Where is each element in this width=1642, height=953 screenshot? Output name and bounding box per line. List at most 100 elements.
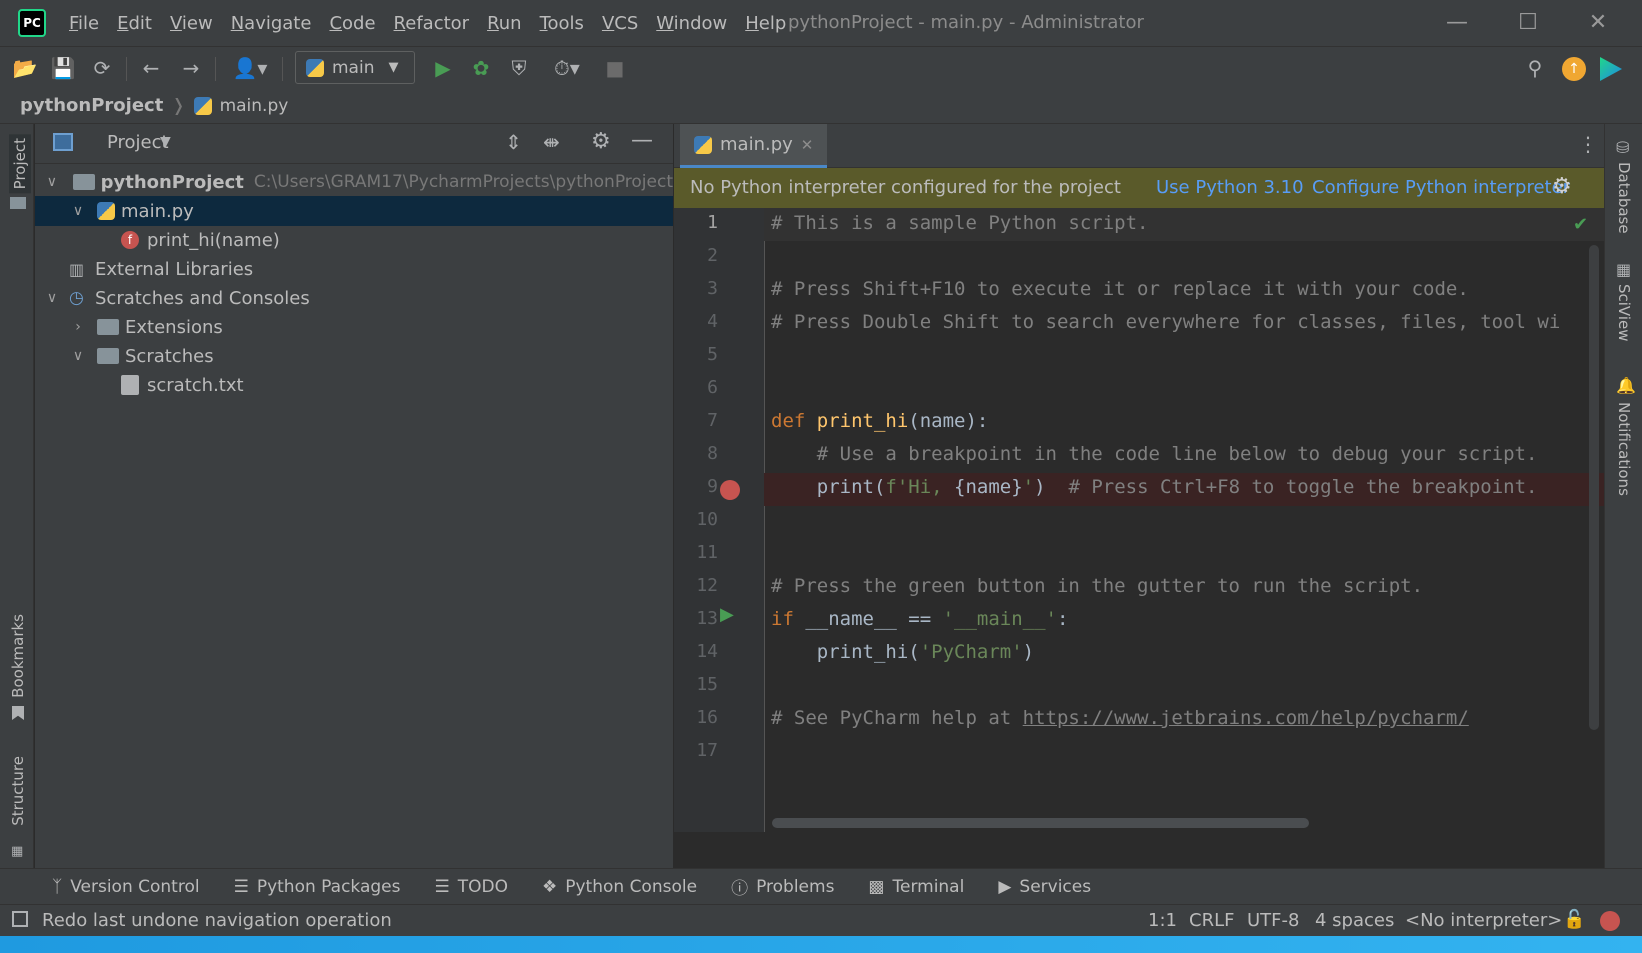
more-options-icon[interactable]: ⋮ <box>1578 132 1598 156</box>
menu-tools[interactable]: Tools <box>531 13 593 34</box>
run-icon[interactable]: ▶ <box>428 53 458 83</box>
error-report-icon[interactable] <box>1600 911 1620 931</box>
configure-interpreter-link[interactable]: Configure Python interpreter <box>1312 177 1570 198</box>
bookmarks-tool-tab[interactable]: Bookmarks <box>9 614 27 698</box>
python-file-icon <box>193 96 212 115</box>
line-number: 4 <box>707 311 718 332</box>
chevron-down-icon[interactable]: ∨ <box>43 174 61 190</box>
menu-help[interactable]: Help <box>736 13 795 34</box>
structure-tool-tab[interactable]: Structure <box>9 756 27 826</box>
chevron-right-icon: ❭ <box>171 95 186 116</box>
chevron-down-icon[interactable]: ∨ <box>69 203 87 219</box>
gear-icon[interactable]: ⚙ <box>1552 174 1572 199</box>
menu-window[interactable]: Window <box>647 13 736 34</box>
expand-all-icon[interactable]: ⇕ <box>505 130 522 154</box>
tree-item-pythonproject[interactable]: ∨ pythonProject C:\Users\GRAM17\PycharmP… <box>35 167 673 197</box>
close-tab-icon[interactable]: ✕ <box>801 136 814 154</box>
terminal-tab[interactable]: ▩ Terminal <box>868 877 964 897</box>
line-number: 5 <box>707 344 718 365</box>
file-encoding[interactable]: UTF-8 <box>1247 910 1299 931</box>
menu-refactor[interactable]: Refactor <box>385 13 479 34</box>
horizontal-scrollbar[interactable] <box>772 818 1309 828</box>
maximize-icon[interactable]: ☐ <box>1508 8 1548 38</box>
debug-icon[interactable]: ✿ <box>466 53 496 83</box>
python-console-tab[interactable]: ❖ Python Console <box>542 877 697 897</box>
collapse-all-icon[interactable]: ⇼ <box>543 130 560 154</box>
back-arrow-icon[interactable]: ← <box>136 53 166 83</box>
tree-item-label: pythonProject <box>100 171 244 193</box>
line-separator[interactable]: CRLF <box>1189 910 1234 931</box>
tab-main-py[interactable]: main.py ✕ <box>680 124 828 168</box>
lock-icon[interactable]: 🔓 <box>1563 909 1585 930</box>
update-icon[interactable]: ↑ <box>1562 57 1586 81</box>
breadcrumb-project[interactable]: pythonProject <box>20 95 163 116</box>
folder-icon <box>97 319 119 335</box>
save-icon[interactable]: 💾 <box>48 53 78 83</box>
gear-icon[interactable]: ⚙ <box>591 129 611 154</box>
run-configuration-select[interactable]: main ▼ <box>295 51 415 84</box>
code-lines: # This is a sample Python script. # Pres… <box>764 208 1604 832</box>
code-with-me-icon[interactable] <box>1600 57 1622 81</box>
toggle-tool-windows-icon[interactable] <box>12 911 28 927</box>
sciview-tool-tab[interactable]: SciView <box>1615 284 1633 342</box>
terminal-icon: ▩ <box>868 876 885 897</box>
interpreter-status[interactable]: <No interpreter> <box>1405 910 1562 931</box>
menu-navigate[interactable]: Navigate <box>222 13 321 34</box>
caret-position[interactable]: 1:1 <box>1148 910 1177 931</box>
profile-icon[interactable]: ⏱▾ <box>542 53 592 83</box>
folder-icon <box>97 348 119 364</box>
minimize-icon[interactable]: — <box>1437 8 1477 38</box>
toolbar-divider <box>282 57 283 81</box>
notifications-tool-tab[interactable]: Notifications <box>1615 402 1633 496</box>
search-icon[interactable]: ⚲ <box>1520 53 1550 83</box>
right-tool-strip: ⛁ Database ▦ SciView 🔔 Notifications <box>1604 124 1642 868</box>
tree-item-print-hi[interactable]: f print_hi(name) <box>35 225 673 255</box>
terminal-label: Terminal <box>892 876 965 897</box>
services-tab[interactable]: ▶ Services <box>998 877 1091 897</box>
chevron-down-icon[interactable]: ∨ <box>43 290 61 306</box>
menu-code[interactable]: Code <box>320 13 384 34</box>
problems-tab[interactable]: ⓘ Problems <box>731 874 834 900</box>
close-icon[interactable]: ✕ <box>1578 8 1618 38</box>
line-number: 7 <box>707 410 718 431</box>
hide-panel-icon[interactable]: — <box>631 128 653 153</box>
coverage-icon[interactable]: ⛨ <box>504 53 534 83</box>
use-python-link[interactable]: Use Python 3.10 <box>1156 177 1304 198</box>
tree-item-scratches-consoles[interactable]: ∨ ◷ Scratches and Consoles <box>35 283 673 313</box>
notifications-icon: 🔔 <box>1616 376 1636 395</box>
version-control-tab[interactable]: ᛉ Version Control <box>52 877 200 897</box>
sync-icon[interactable]: ⟳ <box>87 53 117 83</box>
menu-view[interactable]: View <box>161 13 222 34</box>
menu-vcs[interactable]: VCS <box>593 13 647 34</box>
menu-edit[interactable]: Edit <box>108 13 161 34</box>
project-panel: Project ▼ ⇕ ⇼ ⚙ — ∨ pythonProject C:\Use… <box>35 124 673 868</box>
python-packages-tab[interactable]: ☰ Python Packages <box>234 877 401 897</box>
database-tool-tab[interactable]: Database <box>1615 162 1633 234</box>
menu-file[interactable]: File <box>60 13 108 34</box>
vertical-scrollbar[interactable] <box>1589 245 1599 730</box>
breadcrumb-file[interactable]: main.py <box>220 96 289 116</box>
chevron-down-icon: ▼ <box>388 60 399 75</box>
help-url-link[interactable]: https://www.jetbrains.com/help/pycharm/ <box>1023 707 1469 729</box>
version-control-label: Version Control <box>70 876 200 897</box>
breakpoint-icon[interactable] <box>720 480 740 500</box>
run-gutter-icon[interactable]: ▶ <box>720 604 734 625</box>
tree-item-extensions[interactable]: › Extensions <box>35 312 673 342</box>
tree-item-scratches[interactable]: ∨ Scratches <box>35 341 673 371</box>
folder-icon <box>72 174 95 190</box>
tree-item-scratch-txt[interactable]: scratch.txt <box>35 370 673 400</box>
tree-item-main-py[interactable]: ∨ main.py <box>35 196 673 226</box>
indent-setting[interactable]: 4 spaces <box>1315 910 1394 931</box>
project-tool-tab[interactable]: Project <box>9 134 31 194</box>
menu-run[interactable]: Run <box>478 13 531 34</box>
python-icon <box>306 58 324 77</box>
forward-arrow-icon[interactable]: → <box>176 53 206 83</box>
chevron-right-icon[interactable]: › <box>69 319 87 335</box>
chevron-down-icon[interactable]: ▼ <box>160 134 171 150</box>
todo-tab[interactable]: ☰ TODO <box>434 877 508 897</box>
chevron-down-icon[interactable]: ∨ <box>69 348 87 364</box>
tree-item-external-libraries[interactable]: ▥ External Libraries <box>35 254 673 284</box>
open-folder-icon[interactable]: 📂 <box>10 53 40 83</box>
user-dropdown-icon[interactable]: 👤▾ <box>228 53 272 83</box>
stop-icon[interactable]: ■ <box>600 53 630 83</box>
